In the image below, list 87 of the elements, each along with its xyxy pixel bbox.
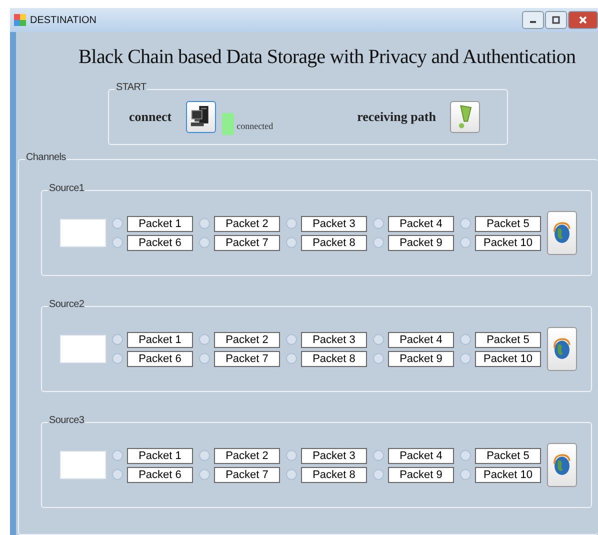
maximize-icon [551, 15, 561, 25]
radio-button[interactable] [286, 237, 297, 248]
packet-label: Packet 6 [127, 234, 193, 250]
radio-button[interactable] [199, 353, 210, 364]
packet-label: Packet 4 [388, 216, 454, 232]
radio-button[interactable] [199, 237, 210, 248]
connect-label: connect [129, 109, 172, 125]
packet-label: Packet 2 [214, 448, 280, 464]
send-button[interactable] [547, 443, 577, 487]
packet-label: Packet 3 [301, 448, 367, 464]
packet-label: Packet 10 [475, 234, 541, 250]
packet-label: Packet 9 [388, 350, 454, 366]
receiving-path-button[interactable] [450, 101, 480, 133]
radio-button[interactable] [373, 450, 384, 461]
group-legend: Source2 [48, 299, 86, 310]
receiving-path-label: receiving path [357, 109, 436, 125]
radio-button[interactable] [112, 334, 123, 345]
radio-button[interactable] [112, 237, 123, 248]
radio-button[interactable] [199, 469, 210, 480]
packet-label: Packet 4 [388, 448, 454, 464]
send-button[interactable] [547, 211, 577, 255]
packet-label: Packet 3 [301, 332, 367, 348]
radio-button[interactable] [199, 334, 210, 345]
radio-button[interactable] [199, 450, 210, 461]
group-legend: START [115, 82, 148, 93]
group-legend: Channels [25, 152, 67, 163]
radio-button[interactable] [286, 353, 297, 364]
globe-icon [552, 336, 572, 362]
radio-button[interactable] [373, 237, 384, 248]
page-heading: Black Chain based Data Storage with Privacy and Authentication [77, 46, 577, 69]
packet-label: Packet 5 [475, 216, 541, 232]
radio-button[interactable] [286, 450, 297, 461]
packet-label: Packet 5 [475, 332, 541, 348]
status-label: connected [236, 121, 274, 131]
radio-button[interactable] [460, 334, 471, 345]
radio-button[interactable] [286, 469, 297, 480]
radio-button[interactable] [373, 218, 384, 229]
packet-label: Packet 6 [127, 350, 193, 366]
globe-icon [552, 220, 572, 246]
packet-label: Packet 9 [388, 234, 454, 250]
packet-label: Packet 8 [301, 234, 367, 250]
radio-button[interactable] [460, 237, 471, 248]
packet-label: Packet 2 [214, 216, 280, 232]
packet-label: Packet 4 [388, 332, 454, 348]
radio-button[interactable] [112, 218, 123, 229]
packet-label: Packet 1 [127, 448, 193, 464]
window-title: DESTINATION [30, 14, 96, 26]
connect-button[interactable] [186, 101, 216, 133]
radio-button[interactable] [112, 469, 123, 480]
packet-label: Packet 9 [388, 466, 454, 482]
maximize-button[interactable] [545, 11, 567, 29]
close-button[interactable] [568, 11, 598, 29]
radio-button[interactable] [199, 218, 210, 229]
globe-icon [552, 452, 572, 478]
radio-button[interactable] [373, 469, 384, 480]
packet-label: Packet 3 [301, 216, 367, 232]
radio-button[interactable] [460, 469, 471, 480]
packet-label: Packet 2 [214, 332, 280, 348]
packet-label: Packet 1 [127, 332, 193, 348]
packet-label: Packet 8 [301, 350, 367, 366]
packet-label: Packet 7 [214, 234, 280, 250]
minimize-button[interactable] [522, 11, 544, 29]
radio-button[interactable] [460, 353, 471, 364]
app-icon [14, 14, 26, 26]
radio-button[interactable] [460, 450, 471, 461]
radio-button[interactable] [373, 353, 384, 364]
radio-button[interactable] [112, 450, 123, 461]
radio-button[interactable] [286, 334, 297, 345]
packet-label: Packet 7 [214, 466, 280, 482]
packet-label: Packet 6 [127, 466, 193, 482]
radio-button[interactable] [286, 218, 297, 229]
close-icon [578, 15, 588, 25]
text-field[interactable] [60, 451, 106, 479]
send-button[interactable] [547, 327, 577, 371]
radio-button[interactable] [460, 218, 471, 229]
group-legend: Source3 [48, 415, 86, 426]
packet-label: Packet 7 [214, 350, 280, 366]
radio-button[interactable] [373, 334, 384, 345]
packet-label: Packet 5 [475, 448, 541, 464]
group-legend: Source1 [48, 183, 86, 194]
text-field[interactable] [60, 335, 106, 363]
packet-label: Packet 10 [475, 466, 541, 482]
radio-button[interactable] [112, 353, 123, 364]
packet-label: Packet 10 [475, 350, 541, 366]
packet-label: Packet 8 [301, 466, 367, 482]
packet-label: Packet 1 [127, 216, 193, 232]
text-field[interactable] [60, 219, 106, 247]
